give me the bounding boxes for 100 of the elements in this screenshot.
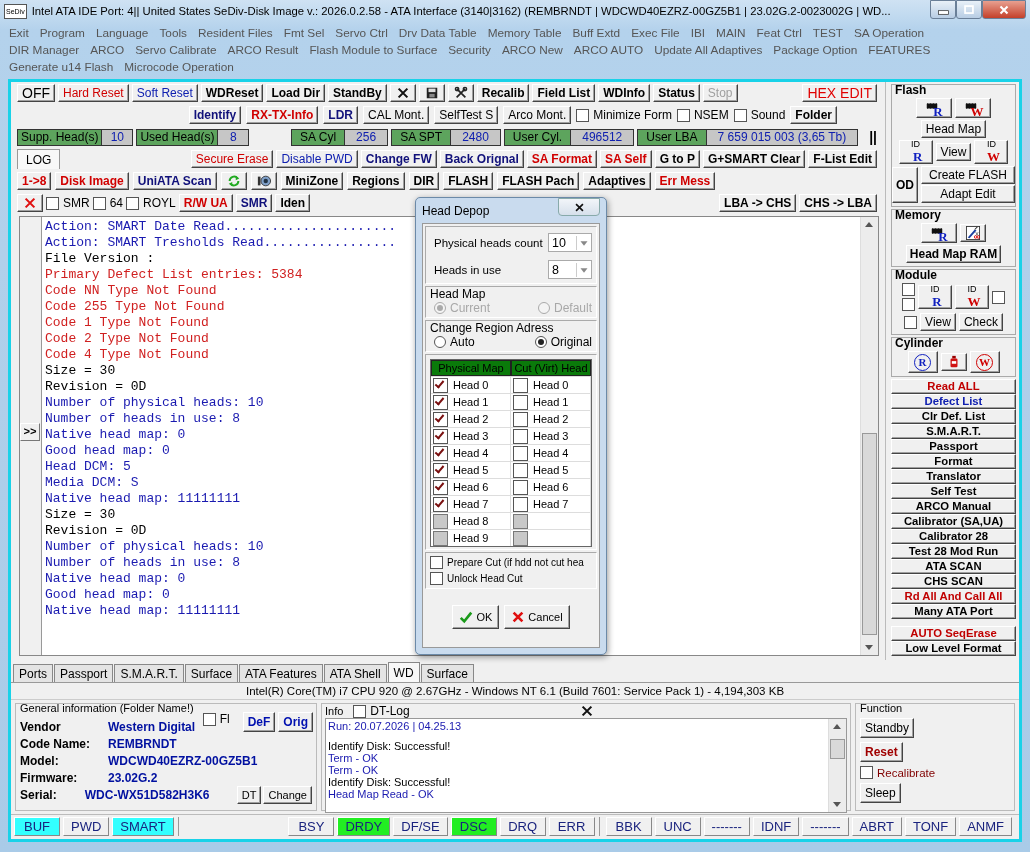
button[interactable]: Calibrator 28	[891, 529, 1016, 544]
camera-button[interactable]	[250, 172, 277, 190]
menu-item[interactable]: Security	[448, 43, 491, 57]
checkbox[interactable]	[513, 496, 528, 512]
circle-letter-button[interactable]: W	[969, 351, 1000, 373]
checkbox[interactable]	[433, 462, 448, 478]
menu-item[interactable]: Generate u14 Flash	[9, 60, 114, 74]
button[interactable]: Many ATA Port	[891, 604, 1016, 619]
minimize-button[interactable]	[930, 0, 956, 19]
button[interactable]: ATA SCAN	[891, 559, 1016, 574]
button[interactable]: Create FLASH	[921, 166, 1015, 184]
checkbox[interactable]	[860, 766, 873, 779]
chip-button[interactable]: R	[916, 98, 952, 118]
scroll-thumb[interactable]	[830, 739, 845, 759]
button[interactable]: F-List Edit	[808, 150, 877, 168]
checkbox[interactable]	[433, 496, 448, 512]
button[interactable]: R/W UA	[178, 194, 233, 212]
tab[interactable]: Surface	[420, 664, 474, 682]
button[interactable]: LBA -> CHS	[719, 194, 797, 212]
checkbox[interactable]	[992, 290, 1005, 304]
button[interactable]: Rd All And Call All	[891, 589, 1016, 604]
button[interactable]: Defect List	[891, 394, 1016, 409]
menu-item[interactable]: MAIN	[716, 26, 746, 40]
button[interactable]: G to P	[654, 150, 700, 168]
tab[interactable]: ATA Features	[239, 664, 323, 682]
button[interactable]: LDR	[323, 106, 358, 124]
checkbox[interactable]	[46, 196, 59, 210]
menu-item[interactable]: Tools	[159, 26, 187, 40]
checkbox[interactable]	[433, 411, 448, 427]
menu-item[interactable]: TEST	[812, 26, 843, 40]
close-button[interactable]	[558, 198, 600, 216]
floppy-disk-button[interactable]	[418, 84, 445, 102]
checkbox[interactable]	[513, 428, 528, 444]
button[interactable]: RX-TX-Info	[246, 106, 319, 124]
checkbox[interactable]	[430, 572, 443, 585]
button[interactable]: OFF	[17, 84, 55, 102]
button[interactable]: Secure Erase	[190, 150, 274, 168]
checkbox[interactable]	[433, 445, 448, 461]
button[interactable]: AUTO SeqErase	[891, 626, 1016, 641]
button[interactable]: SMR	[235, 194, 273, 212]
menu-item[interactable]: Update All Adaptives	[654, 43, 763, 57]
button[interactable]: SelfTest S	[434, 106, 499, 124]
menu-item[interactable]: Program	[39, 26, 85, 40]
checkbox[interactable]	[513, 479, 528, 495]
button[interactable]: Field List	[532, 84, 596, 102]
button[interactable]: UniATA Scan	[132, 172, 217, 190]
button[interactable]: Iden	[275, 194, 311, 212]
chip-button[interactable]: W	[955, 98, 991, 118]
button[interactable]: StandBy	[328, 84, 387, 102]
id-button[interactable]: ID R	[898, 140, 933, 164]
button[interactable]: Change	[263, 785, 312, 804]
tab[interactable]: Passport	[54, 664, 114, 682]
checkbox[interactable]	[576, 108, 590, 122]
button[interactable]: Disable PWD	[276, 150, 358, 168]
tab[interactable]: S.M.A.R.T.	[114, 664, 184, 682]
button[interactable]: CHS SCAN	[891, 574, 1016, 589]
checkbox[interactable]	[676, 108, 690, 122]
button[interactable]: Self Test	[891, 484, 1016, 499]
scroll-thumb[interactable]	[862, 433, 877, 635]
button[interactable]: WDReset	[200, 84, 264, 102]
button[interactable]: Recalib	[476, 84, 530, 102]
maximize-button[interactable]	[956, 0, 982, 19]
button[interactable]: Soft Reset	[131, 84, 198, 102]
id-button[interactable]: ID W	[955, 285, 989, 309]
menu-item[interactable]: Exit	[9, 26, 29, 40]
dropdown[interactable]: 10	[548, 233, 592, 252]
button[interactable]: Check	[958, 313, 1003, 331]
button[interactable]: OD	[892, 166, 918, 203]
button[interactable]: WDInfo	[598, 84, 651, 102]
checkbox[interactable]	[513, 377, 528, 393]
checkbox[interactable]	[902, 298, 915, 311]
id-button[interactable]: ID W	[974, 140, 1009, 164]
button[interactable]: Adapt Edit	[921, 185, 1015, 203]
button[interactable]: ARCO Manual	[891, 499, 1016, 514]
button[interactable]: CHS -> LBA	[799, 194, 877, 212]
button[interactable]: Clr Def. List	[891, 409, 1016, 424]
button[interactable]: Head Map	[920, 120, 987, 138]
menu-item[interactable]: Resident Files	[197, 26, 273, 40]
checkbox[interactable]	[904, 315, 918, 329]
tab[interactable]: Ports	[13, 664, 53, 682]
checkbox[interactable]	[126, 196, 140, 210]
tools-button[interactable]	[447, 84, 474, 102]
button[interactable]: Load Dir	[266, 84, 326, 102]
button[interactable]: Low Level Format	[891, 641, 1016, 656]
button[interactable]: Format	[891, 454, 1016, 469]
button[interactable]: Arco Mont.	[503, 106, 572, 124]
button[interactable]: Back Orignal	[439, 150, 524, 168]
ok-button[interactable]: OK	[452, 605, 500, 629]
button[interactable]: Sleep	[860, 783, 901, 803]
button[interactable]: SA Format	[526, 150, 598, 168]
menu-item[interactable]: ARCO Result	[227, 43, 299, 57]
tab[interactable]: LOG	[17, 149, 61, 169]
menu-item[interactable]: Memory Table	[487, 26, 562, 40]
checkbox[interactable]	[433, 394, 448, 410]
button[interactable]: View	[935, 143, 972, 161]
tab[interactable]: Surface	[184, 664, 239, 682]
checkbox[interactable]	[513, 394, 528, 410]
checkbox[interactable]	[202, 712, 216, 726]
checkbox[interactable]	[92, 196, 106, 210]
close-button[interactable]	[579, 704, 594, 718]
